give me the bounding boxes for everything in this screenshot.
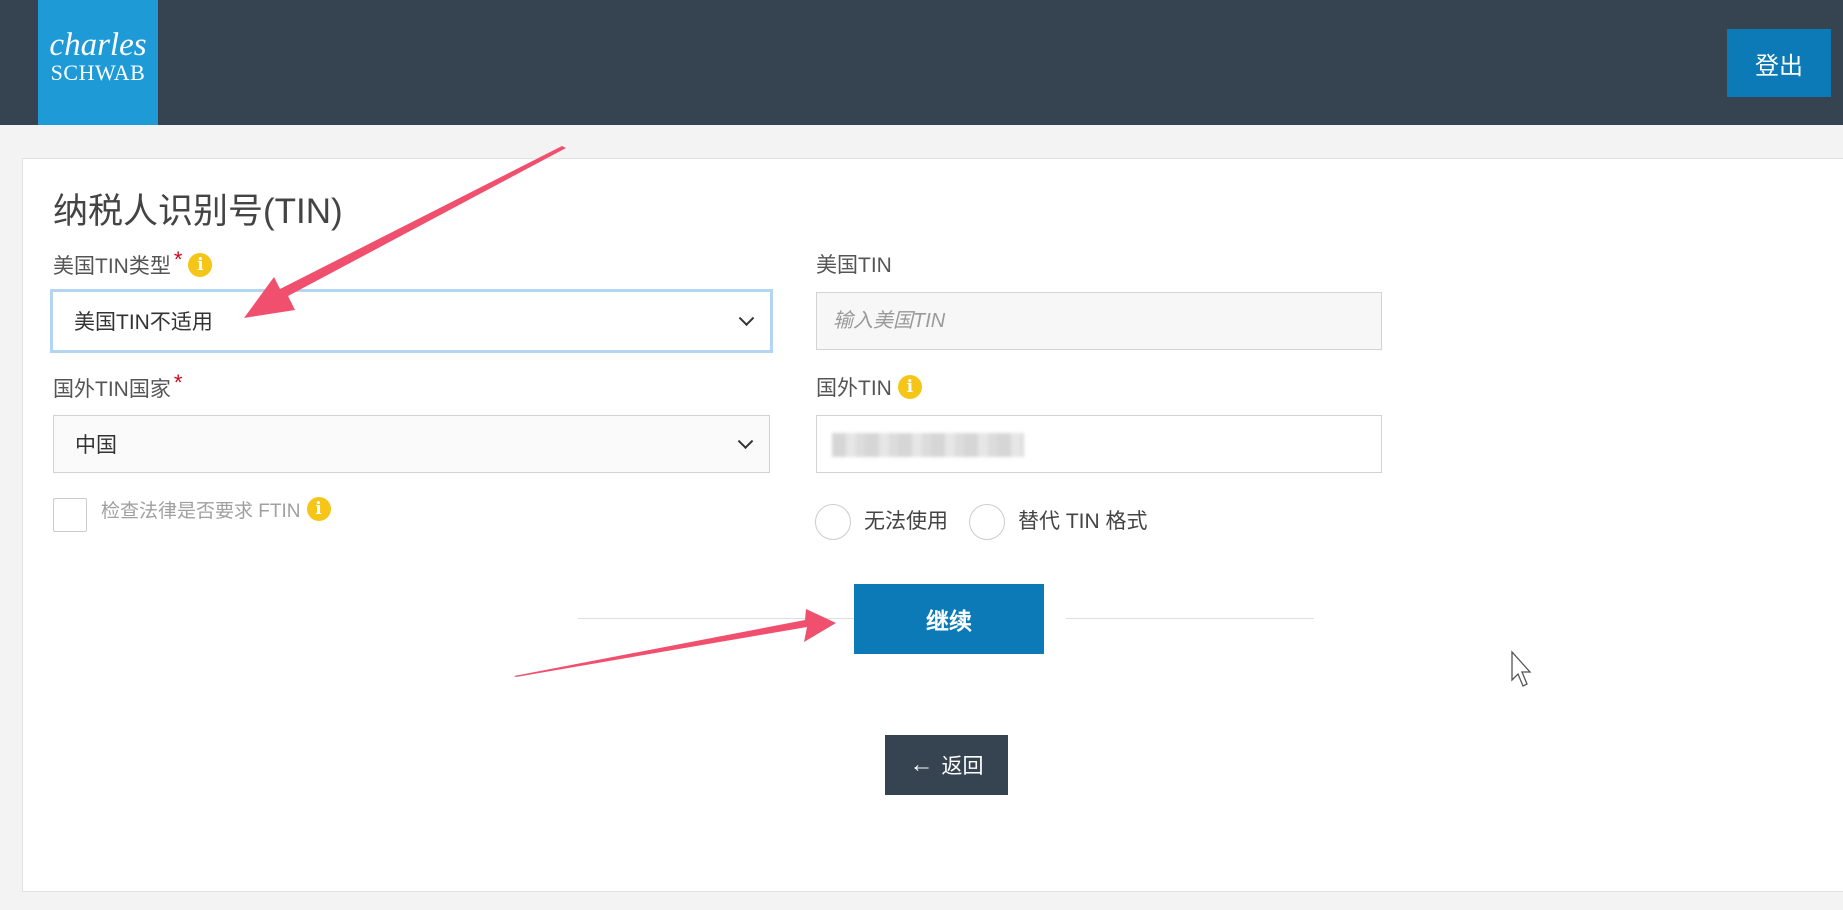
us-tin-type-label-text: 美国TIN类型: [53, 255, 171, 278]
us-tin-type-select[interactable]: 美国TIN不适用: [50, 289, 773, 353]
info-icon[interactable]: i: [188, 253, 213, 277]
foreign-tin-country-select[interactable]: 中国: [53, 415, 770, 473]
foreign-tin-country-label: 国外TIN国家 *: [53, 370, 182, 404]
radio-unavailable-label: 无法使用: [864, 510, 948, 533]
foreign-tin-label: 国外TIN i: [816, 375, 922, 403]
us-tin-type-value: 美国TIN不适用: [74, 311, 213, 334]
info-icon[interactable]: i: [897, 375, 922, 399]
continue-button[interactable]: 继续: [854, 584, 1044, 654]
radio-unavailable[interactable]: [815, 504, 851, 540]
arrow-left-icon: ←: [909, 751, 934, 778]
redacted-tin-value: [832, 433, 1024, 457]
required-mark: *: [173, 247, 183, 272]
required-mark: *: [173, 370, 183, 395]
back-button[interactable]: ← 返回: [885, 735, 1008, 795]
back-button-label: 返回: [941, 755, 984, 778]
chevron-down-icon: [738, 310, 755, 327]
us-tin-label-text: 美国TIN: [816, 254, 892, 277]
logo-line-schwab: SCHWAB: [50, 60, 146, 85]
chevron-down-icon: [737, 433, 754, 450]
us-tin-label: 美国TIN: [816, 252, 892, 280]
divider-left: [578, 618, 854, 619]
logo-line-charles: charles: [49, 27, 147, 63]
ftin-law-checkbox[interactable]: [53, 498, 87, 532]
info-icon[interactable]: i: [306, 497, 331, 521]
foreign-tin-label-text: 国外TIN: [816, 377, 892, 400]
ftin-law-label: 检查法律是否要求 FTIN i: [101, 497, 331, 525]
logout-button[interactable]: 登出: [1727, 29, 1831, 97]
top-bar: charles SCHWAB 登出: [0, 0, 1843, 125]
charles-schwab-logo[interactable]: charles SCHWAB: [38, 0, 158, 125]
foreign-tin-country-value: 中国: [75, 434, 117, 457]
radio-alternate-format[interactable]: [969, 504, 1005, 540]
radio-alternate-format-label: 替代 TIN 格式: [1018, 510, 1148, 533]
foreign-tin-country-label-text: 国外TIN国家: [53, 378, 171, 401]
page-title: 纳税人识别号(TIN): [53, 192, 343, 231]
us-tin-input[interactable]: [816, 292, 1382, 350]
ftin-law-label-text: 检查法律是否要求 FTIN: [101, 501, 301, 522]
divider-right: [1066, 618, 1314, 619]
us-tin-type-label: 美国TIN类型 * i: [53, 247, 213, 281]
